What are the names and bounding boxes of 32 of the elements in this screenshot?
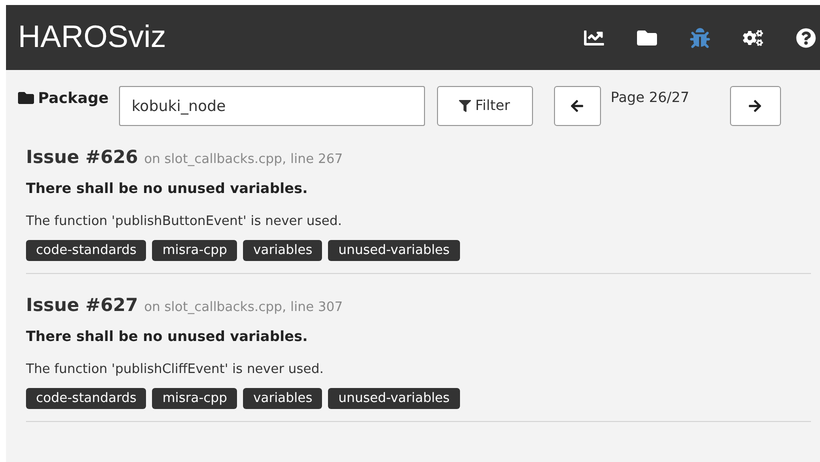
- settings-icon[interactable]: [743, 28, 763, 48]
- next-page-button[interactable]: [730, 86, 781, 126]
- issue-tag[interactable]: variables: [243, 388, 322, 409]
- folder-icon: [18, 90, 34, 106]
- issue-tag[interactable]: misra-cpp: [152, 388, 238, 409]
- filter-icon: [459, 100, 472, 112]
- issue-tag[interactable]: code-standards: [26, 240, 146, 261]
- issue-rule: There shall be no unused variables.: [26, 180, 309, 199]
- issue-description: The function 'publishButtonEvent' is never used.: [26, 213, 343, 231]
- issue-tag[interactable]: unused-variables: [328, 388, 460, 409]
- app-title: HAROSviz: [18, 18, 166, 56]
- issue-tag[interactable]: unused-variables: [328, 240, 460, 261]
- issue-description: The function 'publishCliffEvent' is never used.: [26, 361, 325, 379]
- bug-icon[interactable]: [690, 28, 710, 48]
- issue-tag[interactable]: variables: [243, 240, 322, 261]
- arrow-right-icon: [748, 99, 762, 113]
- issue-title: Issue #627: [26, 294, 138, 318]
- issue-tag[interactable]: misra-cpp: [152, 240, 238, 261]
- issue-tag[interactable]: code-standards: [26, 388, 146, 409]
- chart-icon[interactable]: [584, 28, 604, 48]
- help-icon[interactable]: [796, 28, 816, 48]
- issue-title: Issue #626: [26, 146, 138, 170]
- package-field[interactable]: kobuki_node: [118, 86, 425, 126]
- package-label: Package: [38, 88, 109, 109]
- previous-page-button[interactable]: [554, 86, 601, 126]
- issue-rule: There shall be no unused variables.: [26, 328, 309, 347]
- arrow-left-icon: [570, 99, 584, 113]
- issue-location: on slot_callbacks.cpp, line 307: [144, 299, 343, 317]
- page-indicator: Page 26/27: [610, 89, 690, 108]
- filter-button[interactable]: Filter: [436, 86, 533, 126]
- issue-location: on slot_callbacks.cpp, line 267: [144, 151, 343, 169]
- folder-icon[interactable]: [637, 28, 657, 48]
